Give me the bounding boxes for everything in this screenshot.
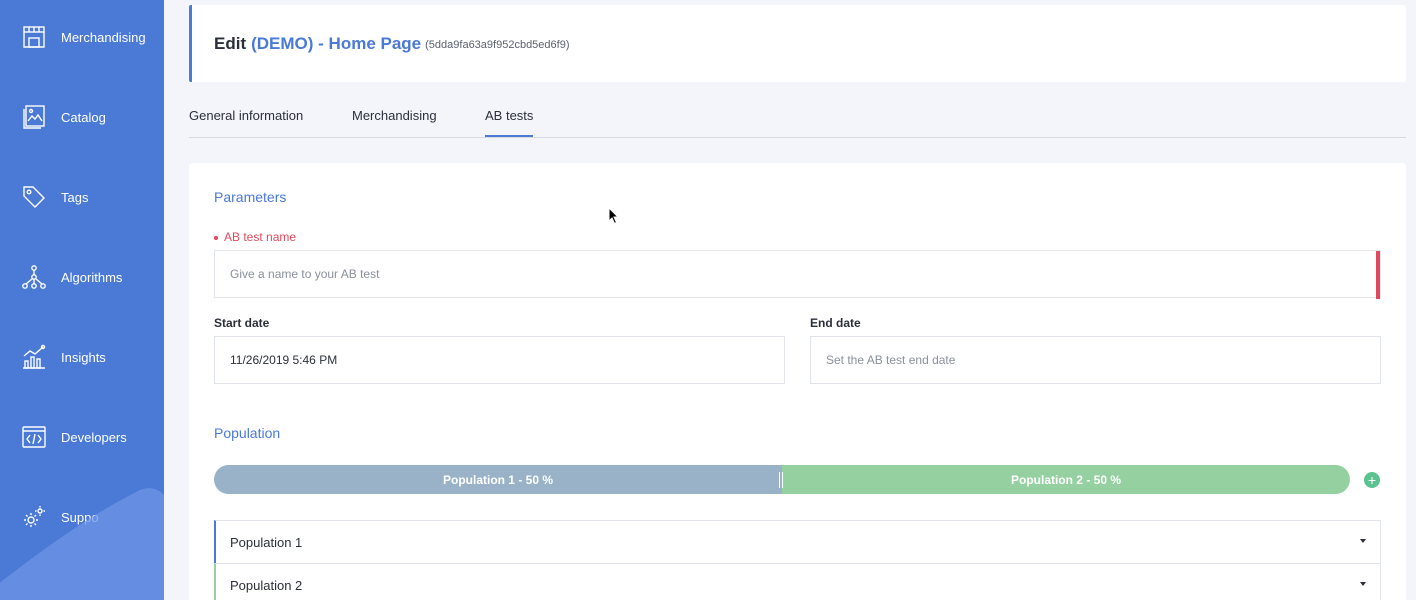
page-id: (5dda9fa63a9f952cbd5ed6f9)	[425, 39, 570, 51]
tag-icon	[21, 184, 47, 210]
algorithm-icon	[21, 264, 47, 290]
end-date-placeholder: Set the AB test end date	[826, 353, 956, 367]
population-1-segment-label: Population 1 - 50 %	[442, 472, 553, 487]
start-date-label: Start date	[214, 316, 270, 330]
population-2-accordion[interactable]: Population 2	[214, 563, 1381, 600]
population-split-bar: Population 1 - 50 % Population 2 - 50 %	[214, 465, 1350, 494]
tab-merchandising[interactable]: Merchandising	[352, 108, 437, 135]
sidebar-item-developers[interactable]: Developers	[0, 417, 164, 457]
sidebar: Merchandising Catalog Tags Algorithms In…	[0, 0, 164, 600]
population-1-segment: Population 1 - 50 %	[214, 465, 782, 494]
chevron-down-icon	[1360, 539, 1366, 543]
sidebar-item-label: Catalog	[61, 109, 106, 125]
population-2-segment: Population 2 - 50 %	[782, 465, 1350, 494]
store-icon	[21, 24, 47, 50]
population-1-accordion[interactable]: Population 1	[214, 520, 1381, 564]
page-header: Edit (DEMO) - Home Page (5dda9fa63a9f952…	[189, 5, 1406, 82]
code-icon	[21, 424, 47, 450]
sidebar-item-label: Insights	[61, 349, 106, 365]
chevron-down-icon	[1360, 582, 1366, 586]
population-1-label: Population 1	[230, 534, 303, 550]
start-date-value: 11/26/2019 5:46 PM	[230, 353, 338, 367]
split-drag-handle[interactable]	[779, 472, 783, 488]
edit-label: Edit	[214, 33, 247, 53]
start-date-input[interactable]: 11/26/2019 5:46 PM	[214, 336, 785, 384]
population-2-segment-label: Population 2 - 50 %	[1010, 472, 1121, 487]
end-date-label: End date	[810, 316, 861, 330]
chart-icon	[21, 344, 47, 370]
main-content: Edit (DEMO) - Home Page (5dda9fa63a9f952…	[164, 0, 1416, 600]
ab-test-name-label: AB test name	[214, 230, 296, 244]
sidebar-item-catalog[interactable]: Catalog	[0, 97, 164, 137]
sidebar-item-algorithms[interactable]: Algorithms	[0, 257, 164, 297]
tab-bar: General information Merchandising AB tes…	[189, 98, 1406, 138]
sidebar-item-label: Merchandising	[61, 29, 146, 45]
parameters-title: Parameters	[214, 189, 287, 205]
sidebar-item-label: Algorithms	[61, 269, 123, 285]
mouse-cursor-icon	[608, 207, 620, 225]
sidebar-item-insights[interactable]: Insights	[0, 337, 164, 377]
tab-ab-tests[interactable]: AB tests	[485, 108, 534, 137]
end-date-input[interactable]: Set the AB test end date	[810, 336, 1381, 384]
tab-general-information[interactable]: General information	[189, 108, 303, 135]
catalog-icon	[21, 104, 47, 130]
add-population-button[interactable]: +	[1364, 472, 1380, 488]
sidebar-item-label: Tags	[61, 189, 89, 205]
population-2-label: Population 2	[230, 577, 303, 593]
sidebar-wave-decoration	[0, 488, 164, 600]
ab-test-name-placeholder: Give a name to your AB test	[230, 267, 380, 281]
sidebar-item-merchandising[interactable]: Merchandising	[0, 17, 164, 57]
sidebar-item-tags[interactable]: Tags	[0, 177, 164, 217]
ab-test-form: Parameters AB test name Give a name to y…	[189, 163, 1406, 600]
population-title: Population	[214, 425, 281, 441]
ab-test-name-input[interactable]: Give a name to your AB test	[214, 250, 1381, 299]
sidebar-item-label: Developers	[61, 429, 127, 445]
page-title: (DEMO) - Home Page	[251, 33, 422, 53]
